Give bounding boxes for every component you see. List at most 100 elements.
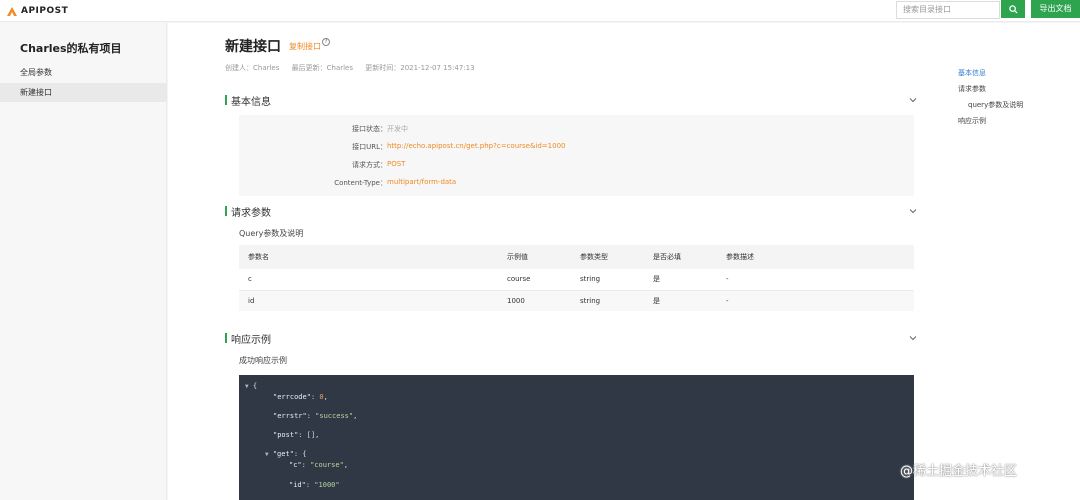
creator-text: 创建人：Charles bbox=[225, 64, 280, 72]
table-cell: c bbox=[248, 275, 252, 283]
section-request-params: 请求参数 bbox=[225, 204, 271, 219]
table-cell: string bbox=[580, 275, 601, 283]
search-icon bbox=[1008, 4, 1018, 14]
code-line: "c": "course", bbox=[289, 461, 348, 469]
page-title: 新建接口 bbox=[225, 39, 281, 55]
column-header: 是否必填 bbox=[653, 253, 681, 261]
info-row-content-type: Content-Type： multipart/form-data bbox=[239, 178, 914, 190]
project-name: Charles的私有项目 bbox=[20, 42, 122, 55]
search-input[interactable]: 搜索目录接口 bbox=[896, 1, 1000, 19]
help-icon[interactable]: ? bbox=[322, 38, 330, 46]
collapse-chevron-icon[interactable] bbox=[909, 207, 917, 215]
api-url-link[interactable]: http://echo.apipost.cn/get.php?c=course&… bbox=[387, 142, 565, 150]
query-params-table: 参数名 示例值 参数类型 是否必填 参数描述 c course string 是… bbox=[239, 245, 914, 311]
code-token: "1000" bbox=[314, 481, 340, 489]
updated-at-text: 更新时间：2021-12-07 15:47:13 bbox=[365, 64, 475, 72]
code-token: , bbox=[323, 393, 328, 401]
code-token: [], bbox=[306, 431, 320, 439]
section-basic-info: 基本信息 bbox=[225, 93, 271, 108]
code-token: { bbox=[302, 450, 307, 458]
toc-item-response[interactable]: 响应示例 bbox=[958, 116, 986, 126]
info-value: POST bbox=[387, 160, 406, 168]
code-token: "course" bbox=[310, 461, 344, 469]
updater-text: 最后更新：Charles bbox=[291, 64, 354, 72]
sidebar: Charles的私有项目 全局参数 新建接口 bbox=[0, 23, 167, 500]
info-value: multipart/form-data bbox=[387, 178, 457, 186]
response-code-block: ▼ { "errcode": 0, "errstr": "success", "… bbox=[239, 375, 914, 500]
main-content: 新建接口 复制接口 ? 创建人：Charles 最后更新：Charles 更新时… bbox=[168, 23, 1080, 500]
section-title: 请求参数 bbox=[231, 207, 271, 219]
column-header: 参数名 bbox=[248, 253, 269, 261]
collapse-chevron-icon[interactable] bbox=[909, 96, 917, 104]
logo-text: APIPOST bbox=[21, 6, 69, 16]
collapse-chevron-icon[interactable] bbox=[909, 334, 917, 342]
section-marker bbox=[225, 95, 227, 105]
info-label: 接口URL： bbox=[352, 143, 387, 151]
code-token: , bbox=[353, 412, 358, 420]
query-params-label: Query参数及说明 bbox=[239, 229, 304, 238]
code-line: "errcode": 0, bbox=[273, 393, 328, 401]
toc-item-request-params[interactable]: 请求参数 bbox=[958, 84, 986, 94]
code-line: "id": "1000" bbox=[289, 481, 340, 489]
sidebar-item-global-params[interactable]: 全局参数 bbox=[0, 63, 167, 82]
code-token: "errcode" bbox=[273, 393, 311, 401]
table-cell: course bbox=[507, 275, 531, 283]
column-header: 参数类型 bbox=[580, 253, 608, 261]
success-response-label: 成功响应示例 bbox=[239, 356, 287, 365]
column-header: 参数描述 bbox=[726, 253, 754, 261]
copy-api-link[interactable]: 复制接口 bbox=[289, 41, 321, 52]
code-token: "c" bbox=[289, 461, 302, 469]
collapse-triangle-icon[interactable]: ▼ bbox=[245, 383, 249, 390]
section-response: 响应示例 bbox=[225, 331, 271, 346]
code-token: : bbox=[306, 412, 316, 420]
code-token: : bbox=[298, 431, 307, 439]
table-cell: string bbox=[580, 297, 601, 305]
table-row: c course string 是 - bbox=[239, 269, 914, 290]
section-title: 响应示例 bbox=[231, 334, 271, 346]
code-token: "success" bbox=[315, 412, 354, 420]
code-line: "errstr": "success", bbox=[273, 412, 357, 420]
info-label: Content-Type： bbox=[334, 179, 387, 187]
table-cell: - bbox=[726, 275, 729, 283]
section-marker bbox=[225, 333, 227, 343]
code-token: "post" bbox=[273, 431, 299, 439]
watermark: @稀土掘金技术社区 bbox=[900, 460, 1017, 479]
code-token: { bbox=[252, 382, 258, 390]
section-title: 基本信息 bbox=[231, 96, 271, 108]
section-marker bbox=[225, 206, 227, 216]
info-label: 接口状态： bbox=[352, 125, 387, 133]
code-token: "id" bbox=[289, 481, 306, 489]
api-meta: 创建人：Charles 最后更新：Charles 更新时间：2021-12-07… bbox=[225, 63, 485, 73]
toc-item-basic-info[interactable]: 基本信息 bbox=[958, 68, 986, 78]
apipost-logo-icon bbox=[6, 6, 18, 17]
table-cell: 1000 bbox=[507, 297, 525, 305]
table-header: 参数名 示例值 参数类型 是否必填 参数描述 bbox=[239, 245, 914, 269]
code-line: ▼ { bbox=[245, 382, 257, 390]
info-value: 开发中 bbox=[387, 125, 408, 133]
basic-info-panel: 接口状态： 开发中 接口URL： http://echo.apipost.cn/… bbox=[239, 115, 914, 196]
sidebar-item-new-api[interactable]: 新建接口 bbox=[0, 83, 167, 102]
watermark-text: @稀土掘金技术社区 bbox=[900, 464, 1018, 479]
column-header: 示例值 bbox=[507, 253, 528, 261]
top-bar: APIPOST 搜索目录接口 导出文档 bbox=[0, 0, 1080, 22]
table-cell: id bbox=[248, 297, 255, 305]
code-token: , bbox=[343, 461, 349, 469]
collapse-triangle-icon[interactable]: ▼ bbox=[265, 451, 269, 458]
info-row-method: 请求方式： POST bbox=[239, 160, 914, 172]
search-button[interactable] bbox=[1001, 0, 1025, 18]
code-line: ▼ "get": { bbox=[265, 450, 307, 458]
info-row-status: 接口状态： 开发中 bbox=[239, 124, 914, 136]
table-cell: 是 bbox=[653, 275, 660, 283]
export-doc-button[interactable]: 导出文档 bbox=[1031, 0, 1080, 18]
apipost-logo[interactable]: APIPOST bbox=[6, 5, 68, 17]
code-token: "errstr" bbox=[273, 412, 307, 420]
table-row: id 1000 string 是 - bbox=[239, 290, 914, 311]
code-token: : bbox=[301, 461, 311, 469]
info-row-url: 接口URL： http://echo.apipost.cn/get.php?c=… bbox=[239, 142, 914, 154]
code-token: "get" bbox=[272, 450, 294, 458]
table-cell: 是 bbox=[653, 297, 660, 305]
table-cell: - bbox=[726, 297, 729, 305]
toc-item-query-params[interactable]: query参数及说明 bbox=[968, 100, 1023, 110]
code-line: "post": [], bbox=[273, 431, 319, 439]
info-label: 请求方式： bbox=[352, 161, 387, 169]
